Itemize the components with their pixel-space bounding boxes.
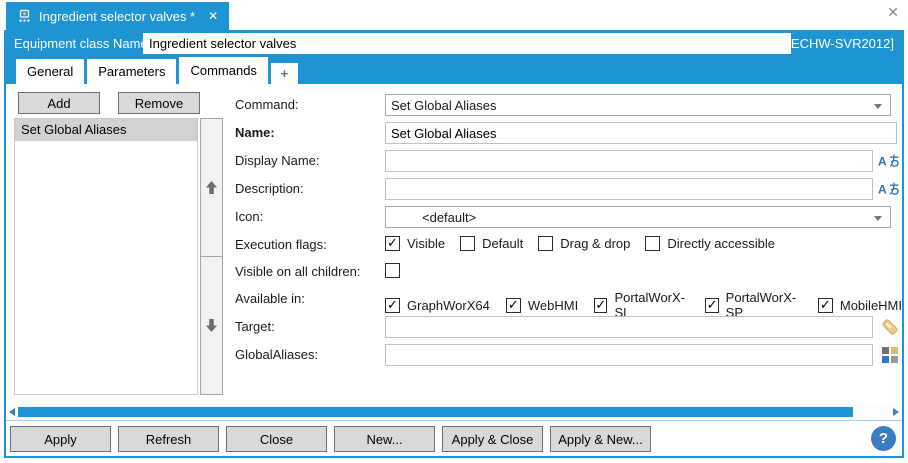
- tab-commands[interactable]: Commands: [179, 57, 268, 84]
- scroll-right-icon[interactable]: [893, 408, 899, 416]
- checkbox-visible-box: ✓: [385, 236, 400, 251]
- horizontal-scrollbar: [6, 404, 902, 420]
- icon-select[interactable]: <default>: [385, 206, 891, 228]
- tab-strip: General Parameters Commands +: [6, 57, 902, 84]
- document-tab[interactable]: Ingredient selector valves * ✕: [6, 2, 230, 30]
- equipment-class-name-input[interactable]: [143, 33, 791, 54]
- tab-add[interactable]: +: [270, 63, 298, 84]
- command-list-item-selected[interactable]: Set Global Aliases: [15, 119, 197, 141]
- new-button[interactable]: New...: [334, 426, 435, 452]
- scroll-left-icon[interactable]: [9, 408, 15, 416]
- checkbox-drag-drop-box: [538, 236, 554, 251]
- visible-on-all-children-group: [385, 263, 400, 278]
- apply-button[interactable]: Apply: [10, 426, 111, 452]
- close-button[interactable]: Close: [226, 426, 327, 452]
- icon-label: Icon:: [235, 209, 264, 224]
- document-tab-bar: Ingredient selector valves * ✕ ✕: [0, 0, 908, 30]
- equipment-class-editor: Ingredient selector valves * ✕ ✕ Equipme…: [0, 0, 908, 463]
- checkbox-drag-drop[interactable]: Drag & drop: [538, 236, 630, 251]
- icon-select-value: <default>: [422, 209, 477, 225]
- document-tab-close-icon[interactable]: ✕: [208, 9, 218, 23]
- add-command-button[interactable]: Add: [18, 92, 100, 114]
- color-grid-icon[interactable]: [882, 347, 898, 366]
- equipment-class-name-label: Equipment class Name:: [14, 36, 152, 51]
- apply-and-new-button[interactable]: Apply & New...: [550, 426, 651, 452]
- display-name-input[interactable]: [385, 150, 873, 172]
- svg-text:A: A: [878, 155, 887, 169]
- down-arrow-icon: [205, 318, 218, 333]
- description-localization-icon[interactable]: A: [878, 182, 900, 199]
- checkbox-visible-on-all-children[interactable]: [385, 263, 400, 278]
- global-aliases-input[interactable]: [385, 344, 873, 366]
- server-badge: [TECHW-SVR2012]: [779, 36, 894, 51]
- checkbox-portalworx-sp-box: ✓: [705, 297, 719, 313]
- dialog-frame: Equipment class Name: [TECHW-SVR2012] Ge…: [4, 30, 904, 458]
- display-name-localization-icon[interactable]: A: [878, 154, 900, 171]
- footer-button-bar: Apply Refresh Close New... Apply & Close…: [6, 420, 902, 456]
- pane-close-icon[interactable]: ✕: [887, 6, 899, 20]
- commands-panel: Add Remove Set Global Aliases Command: S…: [6, 84, 902, 404]
- description-label: Description:: [235, 181, 304, 196]
- checkbox-directly-accessible[interactable]: Directly accessible: [645, 236, 775, 251]
- checkbox-webhmi[interactable]: ✓ WebHMI: [505, 297, 578, 313]
- apply-and-close-button[interactable]: Apply & Close: [442, 426, 543, 452]
- tab-general[interactable]: General: [16, 59, 85, 84]
- name-label: Name:: [235, 125, 275, 140]
- display-name-label: Display Name:: [235, 153, 320, 168]
- remove-command-button[interactable]: Remove: [118, 92, 200, 114]
- checkbox-mobilehmi-box: ✓: [817, 297, 833, 313]
- target-input[interactable]: [385, 316, 873, 338]
- refresh-button[interactable]: Refresh: [118, 426, 219, 452]
- checkbox-webhmi-box: ✓: [505, 297, 521, 313]
- chevron-down-icon: [874, 104, 882, 109]
- command-list: Set Global Aliases: [14, 118, 198, 395]
- chevron-down-icon: [874, 216, 882, 221]
- document-tab-title: Ingredient selector valves *: [39, 8, 196, 24]
- help-button[interactable]: ?: [871, 426, 896, 451]
- command-label: Command:: [235, 97, 299, 112]
- checkbox-graphworx64-box: ✓: [385, 297, 400, 313]
- target-label: Target:: [235, 319, 275, 334]
- checkbox-default[interactable]: Default: [460, 236, 523, 251]
- tag-icon[interactable]: [880, 317, 900, 340]
- global-aliases-label: GlobalAliases:: [235, 347, 319, 362]
- move-up-button[interactable]: [200, 118, 223, 257]
- scrollbar-thumb[interactable]: [18, 407, 853, 417]
- command-select-value: Set Global Aliases: [391, 97, 497, 113]
- visible-on-all-children-label: Visible on all children:: [235, 264, 361, 279]
- checkbox-visible-on-all-children-box: [385, 263, 400, 278]
- checkbox-directly-accessible-box: [645, 236, 661, 251]
- equipment-class-icon: [17, 9, 32, 24]
- command-select[interactable]: Set Global Aliases: [385, 94, 891, 116]
- equipment-name-band: Equipment class Name: [TECHW-SVR2012]: [6, 30, 902, 57]
- checkbox-graphworx64[interactable]: ✓ GraphWorX64: [385, 297, 490, 313]
- svg-text:A: A: [878, 183, 887, 197]
- checkbox-mobilehmi[interactable]: ✓ MobileHMI: [817, 297, 902, 313]
- execution-flags-group: ✓ Visible Default Drag & drop Directly a…: [385, 236, 775, 251]
- checkbox-portalworx-sl-box: ✓: [594, 297, 608, 313]
- description-input[interactable]: [385, 178, 873, 200]
- tab-parameters[interactable]: Parameters: [87, 59, 177, 84]
- name-input[interactable]: [385, 122, 897, 144]
- execution-flags-label: Execution flags:: [235, 237, 327, 252]
- move-down-button[interactable]: [200, 257, 223, 395]
- available-in-label: Available in:: [235, 291, 305, 306]
- up-arrow-icon: [205, 180, 218, 195]
- checkbox-visible[interactable]: ✓ Visible: [385, 236, 445, 251]
- checkbox-default-box: [460, 236, 476, 251]
- reorder-strip: [200, 118, 223, 395]
